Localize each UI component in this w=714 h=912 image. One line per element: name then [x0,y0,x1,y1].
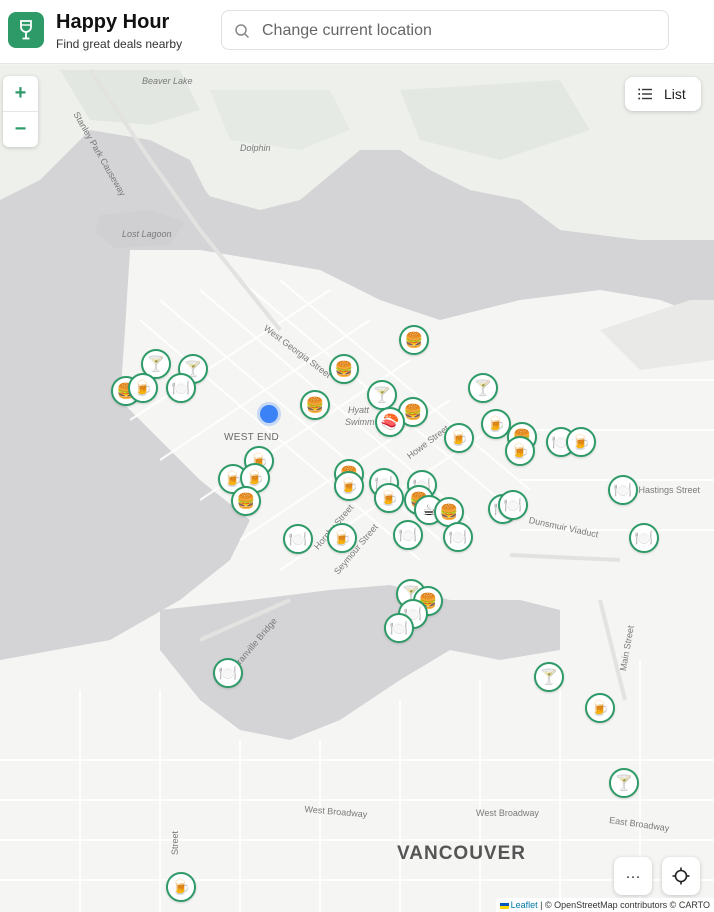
cocktail-marker[interactable]: 🍸 [534,662,564,692]
zoom-out-button[interactable]: − [3,111,38,146]
beer-icon: 🍺 [449,429,469,447]
cocktail-icon: 🍸 [146,355,166,373]
dining-icon: 🍽️ [389,619,409,637]
dining-icon: 🍽️ [171,379,191,397]
dining-icon: 🍽️ [503,496,523,514]
cocktail-icon: 🍸 [614,774,634,792]
location-search[interactable] [221,10,669,50]
sushi-icon: 🍣 [380,413,400,431]
burger-marker[interactable]: 🍔 [231,486,261,516]
burger-icon: 🍔 [404,331,424,349]
dining-icon: 🍽️ [288,530,308,548]
beer-marker[interactable]: 🍺 [128,373,158,403]
dining-icon: 🍽️ [448,528,468,546]
beer-icon: 🍺 [590,699,610,717]
app-subtitle: Find great deals nearby [56,37,183,51]
dining-marker[interactable]: 🍽️ [213,658,243,688]
dining-marker[interactable]: 🍽️ [498,490,528,520]
dining-marker[interactable]: 🍽️ [443,522,473,552]
map-label-dolphin: Dolphin [240,143,271,153]
burger-icon: 🍔 [403,403,423,421]
ellipsis-icon: ··· [625,867,641,885]
beer-icon: 🍺 [339,477,359,495]
list-view-button[interactable]: List [625,77,701,111]
beer-icon: 🍺 [486,415,506,433]
beer-icon: 🍺 [510,442,530,460]
beer-icon: 🍺 [245,469,265,487]
burger-icon: 🍔 [305,396,325,414]
beer-marker[interactable]: 🍺 [166,872,196,902]
map-label-west-broadway-2: West Broadway [476,808,539,818]
more-options-button[interactable]: ··· [614,857,652,895]
burger-marker[interactable]: 🍔 [300,390,330,420]
dining-marker[interactable]: 🍽️ [629,523,659,553]
beer-marker[interactable]: 🍺 [505,436,535,466]
leaflet-link[interactable]: Leaflet [511,900,538,910]
cocktail-marker[interactable]: 🍸 [367,380,397,410]
map-label-street-sw: Street [170,830,180,855]
wine-glass-icon [8,12,44,48]
dining-icon: 🍽️ [634,529,654,547]
map-label-hastings: E Hastings Street [630,485,701,495]
beer-marker[interactable]: 🍺 [566,427,596,457]
map-label-west-end: WEST END [224,432,279,443]
beer-icon: 🍺 [171,878,191,896]
list-icon [638,88,652,100]
burger-icon: 🍔 [236,492,256,510]
cocktail-icon: 🍸 [473,379,493,397]
cocktail-marker[interactable]: 🍸 [609,768,639,798]
map-label-swimm: Swimm [345,417,375,427]
dining-icon: 🍽️ [613,481,633,499]
dining-marker[interactable]: 🍽️ [393,520,423,550]
dining-marker[interactable]: 🍽️ [166,373,196,403]
dining-icon: 🍽️ [218,664,238,682]
beer-icon: 🍺 [133,379,153,397]
sushi-marker[interactable]: 🍣 [375,407,405,437]
dining-marker[interactable]: 🍽️ [608,475,638,505]
app-header: Happy Hour Find great deals nearby [0,0,714,64]
beer-icon: 🍺 [571,433,591,451]
zoom-in-button[interactable]: + [3,76,38,111]
beer-marker[interactable]: 🍺 [334,471,364,501]
attribution-text: | © OpenStreetMap contributors © CARTO [540,900,710,910]
dining-marker[interactable]: 🍽️ [384,613,414,643]
beer-marker[interactable]: 🍺 [585,693,615,723]
locate-me-button[interactable] [662,857,700,895]
dining-marker[interactable]: 🍽️ [283,524,313,554]
app-title: Happy Hour [56,11,170,33]
beer-icon: 🍺 [379,489,399,507]
map[interactable]: Beaver Lake Stanley Park Causeway Dolphi… [0,65,714,912]
dining-icon: 🍽️ [398,526,418,544]
beer-marker[interactable]: 🍺 [374,483,404,513]
map-attribution: Leaflet | © OpenStreetMap contributors ©… [495,898,714,912]
cocktail-icon: 🍸 [539,668,559,686]
beer-marker[interactable]: 🍺 [444,423,474,453]
map-label-lost-lagoon: Lost Lagoon [122,229,172,239]
current-location-dot [260,405,278,423]
crosshair-icon [672,867,690,885]
burger-icon: 🍔 [334,360,354,378]
burger-marker[interactable]: 🍔 [399,325,429,355]
search-icon [235,24,250,39]
cocktail-marker[interactable]: 🍸 [468,373,498,403]
burger-icon: 🍔 [439,503,459,521]
beer-icon: 🍺 [332,529,352,547]
map-label-vancouver: VANCOUVER [397,843,526,864]
zoom-control: + − [3,76,38,147]
map-label-beaver-lake: Beaver Lake [142,76,193,86]
beer-marker[interactable]: 🍺 [327,523,357,553]
list-view-label: List [664,86,686,102]
current-location-marker [257,402,281,426]
search-input[interactable] [262,19,652,43]
map-label-hyatt: Hyatt [348,405,370,415]
burger-marker[interactable]: 🍔 [329,354,359,384]
cocktail-icon: 🍸 [372,386,392,404]
ukraine-flag-icon [499,902,509,909]
